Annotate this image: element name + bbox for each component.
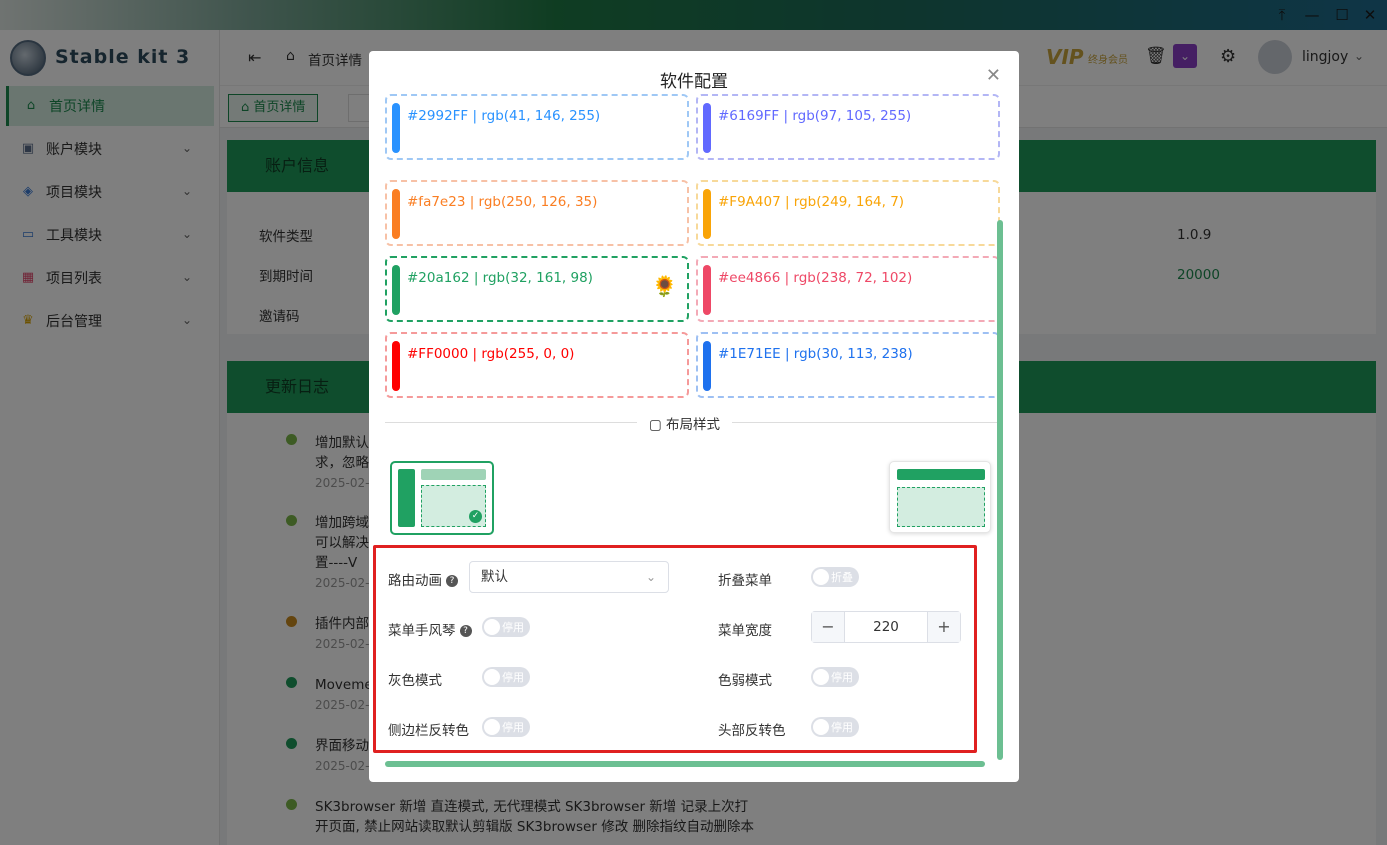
color-option[interactable]: #6169FF | rgb(97, 105, 255) bbox=[696, 94, 1000, 160]
color-swatch bbox=[392, 341, 400, 391]
header-invert-switch[interactable]: 停用 bbox=[811, 717, 859, 737]
color-swatch bbox=[703, 265, 711, 315]
modal-title: 软件配置 bbox=[660, 72, 728, 92]
color-swatch bbox=[703, 103, 711, 153]
collapse-menu-label: 折叠菜单 bbox=[718, 573, 772, 589]
color-option[interactable]: #FF0000 | rgb(255, 0, 0) bbox=[385, 332, 689, 398]
increment-button[interactable]: + bbox=[928, 612, 960, 642]
color-label: #ee4866 | rgb(238, 72, 102) bbox=[718, 270, 913, 286]
color-label: #2992FF | rgb(41, 146, 255) bbox=[407, 108, 601, 124]
sunflower-icon: 🌻 bbox=[652, 274, 677, 298]
switch-knob bbox=[484, 619, 500, 635]
switch-text: 折叠 bbox=[831, 571, 853, 584]
layout-sidebar-preview bbox=[398, 469, 415, 527]
color-label: #6169FF | rgb(97, 105, 255) bbox=[718, 108, 912, 124]
layout-header-preview bbox=[421, 469, 486, 480]
switch-text: 停用 bbox=[831, 671, 853, 684]
switch-text: 停用 bbox=[502, 721, 524, 734]
horizontal-scrollbar[interactable] bbox=[385, 761, 985, 767]
color-option[interactable]: #fa7e23 | rgb(250, 126, 35) bbox=[385, 180, 689, 246]
stepper-value[interactable]: 220 bbox=[844, 612, 928, 642]
color-swatch bbox=[392, 265, 400, 315]
menu-width-label: 菜单宽度 bbox=[718, 623, 772, 639]
decrement-button[interactable]: − bbox=[812, 612, 844, 642]
weak-mode-label: 色弱模式 bbox=[718, 673, 772, 689]
switch-knob bbox=[813, 569, 829, 585]
section-title-text: 布局样式 bbox=[666, 417, 721, 433]
sidebar-invert-label: 侧边栏反转色 bbox=[388, 723, 469, 739]
layout-option-horizontal[interactable] bbox=[889, 461, 991, 533]
accordion-switch[interactable]: 停用 bbox=[482, 617, 530, 637]
switch-text: 停用 bbox=[831, 721, 853, 734]
menu-width-stepper[interactable]: − 220 + bbox=[811, 611, 961, 643]
gray-mode-label: 灰色模式 bbox=[388, 673, 442, 689]
weak-mode-switch[interactable]: 停用 bbox=[811, 667, 859, 687]
color-label: #1E71EE | rgb(30, 113, 238) bbox=[718, 346, 913, 362]
color-swatch bbox=[392, 103, 400, 153]
route-anim-select[interactable]: 默认 ⌄ bbox=[469, 561, 669, 593]
color-label: #FF0000 | rgb(255, 0, 0) bbox=[407, 346, 575, 362]
label-text: 路由动画 bbox=[388, 573, 442, 589]
help-icon[interactable]: ? bbox=[446, 575, 458, 587]
color-label: #F9A407 | rgb(249, 164, 7) bbox=[718, 194, 905, 210]
color-option[interactable]: #2992FF | rgb(41, 146, 255) bbox=[385, 94, 689, 160]
sidebar-invert-switch[interactable]: 停用 bbox=[482, 717, 530, 737]
accordion-label: 菜单手风琴? bbox=[388, 619, 472, 639]
layout-section-title: ▢ 布局样式 bbox=[637, 413, 733, 433]
color-label: #fa7e23 | rgb(250, 126, 35) bbox=[407, 194, 598, 210]
color-option[interactable]: #F9A407 | rgb(249, 164, 7) bbox=[696, 180, 1000, 246]
help-icon[interactable]: ? bbox=[459, 625, 472, 637]
color-swatch bbox=[703, 189, 711, 239]
route-anim-label: 路由动画? bbox=[388, 569, 458, 589]
check-icon: ✓ bbox=[469, 510, 482, 523]
switch-text: 停用 bbox=[502, 621, 524, 634]
layout-icon: ▢ bbox=[649, 417, 667, 433]
layout-header-preview bbox=[897, 469, 985, 480]
switch-text: 停用 bbox=[502, 671, 524, 684]
layout-option-vertical[interactable]: ✓ bbox=[390, 461, 494, 535]
switch-knob bbox=[484, 719, 500, 735]
label-text: 菜单手风琴 bbox=[388, 623, 456, 639]
color-option-selected[interactable]: #20a162 | rgb(32, 161, 98) 🌻 bbox=[385, 256, 689, 322]
gray-mode-switch[interactable]: 停用 bbox=[482, 667, 530, 687]
color-label: #20a162 | rgb(32, 161, 98) bbox=[407, 270, 593, 286]
select-value: 默认 bbox=[481, 569, 508, 585]
switch-knob bbox=[813, 719, 829, 735]
vertical-scrollbar[interactable] bbox=[997, 220, 1003, 760]
switch-knob bbox=[484, 669, 500, 685]
color-swatch bbox=[392, 189, 400, 239]
collapse-menu-switch[interactable]: 折叠 bbox=[811, 567, 859, 587]
header-invert-label: 头部反转色 bbox=[718, 723, 786, 739]
color-option[interactable]: #ee4866 | rgb(238, 72, 102) bbox=[696, 256, 1000, 322]
color-swatch bbox=[703, 341, 711, 391]
close-icon[interactable]: ✕ bbox=[986, 65, 1001, 86]
layout-content-preview bbox=[897, 487, 985, 527]
chevron-down-icon: ⌄ bbox=[645, 570, 656, 584]
color-option[interactable]: #1E71EE | rgb(30, 113, 238) bbox=[696, 332, 1000, 398]
switch-knob bbox=[813, 669, 829, 685]
